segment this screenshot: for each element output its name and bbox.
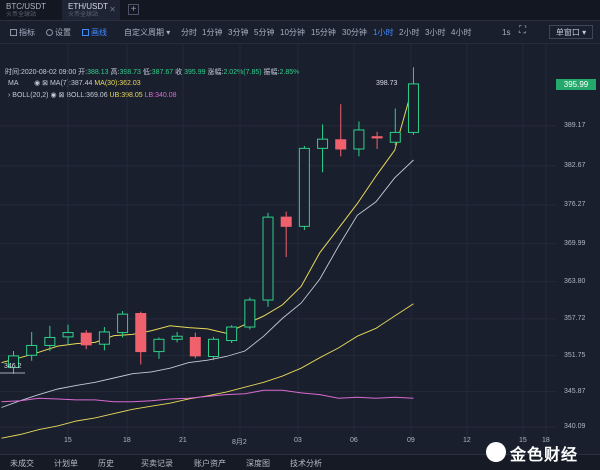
chevron-down-icon: ▾ [582,28,587,37]
tab-subtitle: 火币全球站 [6,12,37,18]
time-axis-label: 15 [64,437,72,444]
candle-body [44,336,56,346]
price-axis-label: 351.75 [564,351,586,359]
min-price-label: 346.2 [4,363,22,370]
tab-open-orders[interactable]: 未成交 [10,458,34,469]
period-10m[interactable]: 10分钟 [280,27,305,38]
time-axis-label: 8月2 [232,439,247,446]
indicators-label: 指标 [19,28,35,37]
close-icon[interactable]: ✕ [109,5,116,14]
candle-body [371,136,383,139]
candle-body [207,338,219,358]
settings-label: 设置 [55,28,71,37]
candle-body [153,338,165,353]
pencil-icon [82,29,89,36]
tab-history[interactable]: 历史 [98,458,114,469]
boll-lower-line [1,303,414,439]
tab-technical-analysis[interactable]: 技术分析 [290,458,322,469]
period-2h[interactable]: 2小时 [399,27,419,38]
candle-body [244,299,256,328]
indicators-icon [10,29,17,36]
period-30m[interactable]: 30分钟 [342,27,367,38]
period-timeline[interactable]: 分时 [181,27,197,38]
custom-period-dropdown[interactable]: 自定义周期 ▾ [124,27,170,38]
watermark-text: 金色财经 [510,447,579,464]
tab-bar: BTC/USDT 火币全球站 ETH/USDT 火币全球站 ✕ + [0,0,600,21]
chart-annotations: 398.73 346.2 [0,80,398,374]
candle-body [335,139,347,150]
candle-body [62,332,74,338]
candle-body [407,83,419,133]
candle-body [135,313,147,353]
add-tab-button[interactable]: + [128,4,139,15]
single-window-label: 单窗口 [555,28,580,37]
draw-label: 画线 [91,28,107,37]
time-axis-label: 12 [463,437,471,444]
price-chart[interactable]: 398.73 346.2 [0,44,556,441]
gear-icon [46,29,53,36]
candle-body [353,129,365,150]
max-price-label: 398.73 [376,80,398,87]
tab-plan-orders[interactable]: 计划单 [54,458,78,469]
time-axis-label: 06 [350,437,358,444]
watermark-logo [486,442,506,462]
price-axis-label: 340.09 [564,423,586,431]
price-axis-label: 363.80 [564,277,586,285]
price-axis-label: 382.67 [564,161,586,169]
time-axis-label: 18 [123,437,131,444]
tab-trade-records[interactable]: 买卖记录 [141,458,173,469]
price-axis-label: 345.87 [564,387,586,395]
indicator-lines [1,83,414,439]
candle-body [262,216,274,301]
period-15m[interactable]: 15分钟 [311,27,336,38]
tab-title: BTC/USDT [6,2,46,11]
candle-body [26,344,38,356]
chevron-down-icon: ▾ [166,28,171,37]
candle-body [171,335,183,340]
period-1h[interactable]: 1小时 [373,27,393,38]
custom-period-label: 自定义周期 [124,28,164,37]
price-axis-label: 369.99 [564,239,586,247]
time-axis-label: 21 [179,437,187,444]
boll-mid-line [1,159,414,408]
tab-depth-chart[interactable]: 深度图 [246,458,270,469]
tab-eth-usdt[interactable]: ETH/USDT 火币全球站 ✕ [62,0,120,20]
candle-body [226,326,238,342]
candle-body [298,147,310,227]
candle-body [280,216,292,227]
candles [8,67,419,374]
indicators-button[interactable]: 指标 [10,27,35,38]
period-3h[interactable]: 3小时 [425,27,445,38]
price-axis-label: 357.72 [564,314,586,322]
tab-btc-usdt[interactable]: BTC/USDT 火币全球站 [0,0,58,20]
period-4h[interactable]: 4小时 [451,27,471,38]
toolbar: 指标 设置 画线 自定义周期 ▾ 分时 1分钟 3分钟 5分钟 10分钟 15分… [0,21,600,44]
draw-button[interactable]: 画线 [82,27,107,38]
period-3m[interactable]: 3分钟 [228,27,248,38]
candle-body [389,131,401,143]
time-axis-label: 03 [294,437,302,444]
price-axis-label: 389.17 [564,121,586,129]
interval-1s-button[interactable]: 1s [502,27,510,38]
chart-grid [0,44,556,440]
candle-body [98,331,110,345]
settings-button[interactable]: 设置 [46,27,71,38]
time-axis-label: 09 [407,437,415,444]
single-window-button[interactable]: 单窗口 ▾ [549,25,593,39]
price-axis-label: 376.27 [564,201,586,209]
tab-account-assets[interactable]: 账户资产 [194,458,226,469]
period-1m[interactable]: 1分钟 [202,27,222,38]
candle-body [189,336,201,357]
candle-body [317,138,329,149]
candle-body [117,313,129,334]
fullscreen-icon[interactable]: ⛶ [519,25,526,36]
period-5m[interactable]: 5分钟 [254,27,274,38]
candle-body [80,332,92,346]
current-price-tag: 395.99 [556,78,596,90]
